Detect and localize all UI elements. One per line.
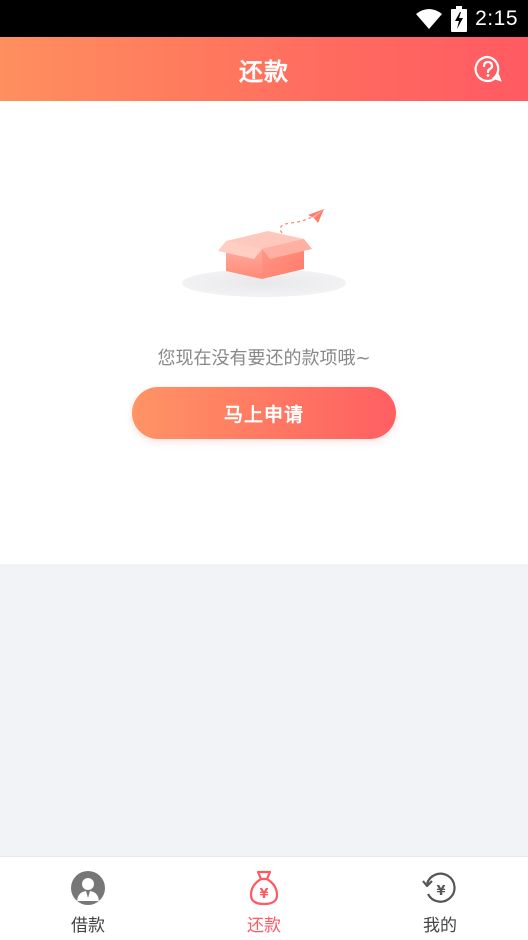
page-title: 还款	[239, 57, 289, 86]
nav-label-borrow: 借款	[71, 916, 105, 936]
repayment-screen: 2:15 还款 您现在没有要还的款项哦~ 马上申请 借款 ¥ 还款 ¥ 我的	[0, 0, 528, 940]
status-time: 2:15	[475, 6, 518, 30]
empty-state-panel: 您现在没有要还的款项哦~ 马上申请	[0, 101, 528, 564]
yuan-refresh-icon: ¥	[421, 869, 459, 907]
app-header: 还款	[0, 37, 528, 101]
svg-text:¥: ¥	[436, 884, 445, 899]
battery-charging-icon	[451, 5, 468, 32]
wifi-icon	[415, 8, 443, 30]
user-avatar-icon	[69, 869, 107, 907]
bottom-nav: 借款 ¥ 还款 ¥ 我的	[0, 856, 528, 940]
nav-item-mine[interactable]: ¥ 我的	[352, 857, 528, 940]
nav-item-borrow[interactable]: 借款	[0, 857, 176, 940]
help-circle-icon[interactable]	[474, 55, 502, 83]
apply-now-button[interactable]: 马上申请	[132, 387, 396, 439]
nav-label-repay: 还款	[247, 916, 281, 936]
empty-box-illustration	[178, 209, 350, 305]
nav-label-mine: 我的	[423, 916, 457, 936]
svg-text:¥: ¥	[259, 887, 268, 902]
status-bar: 2:15	[0, 0, 528, 37]
money-bag-icon: ¥	[245, 869, 283, 907]
empty-state-message: 您现在没有要还的款项哦~	[157, 348, 371, 369]
nav-item-repay[interactable]: ¥ 还款	[176, 857, 352, 940]
